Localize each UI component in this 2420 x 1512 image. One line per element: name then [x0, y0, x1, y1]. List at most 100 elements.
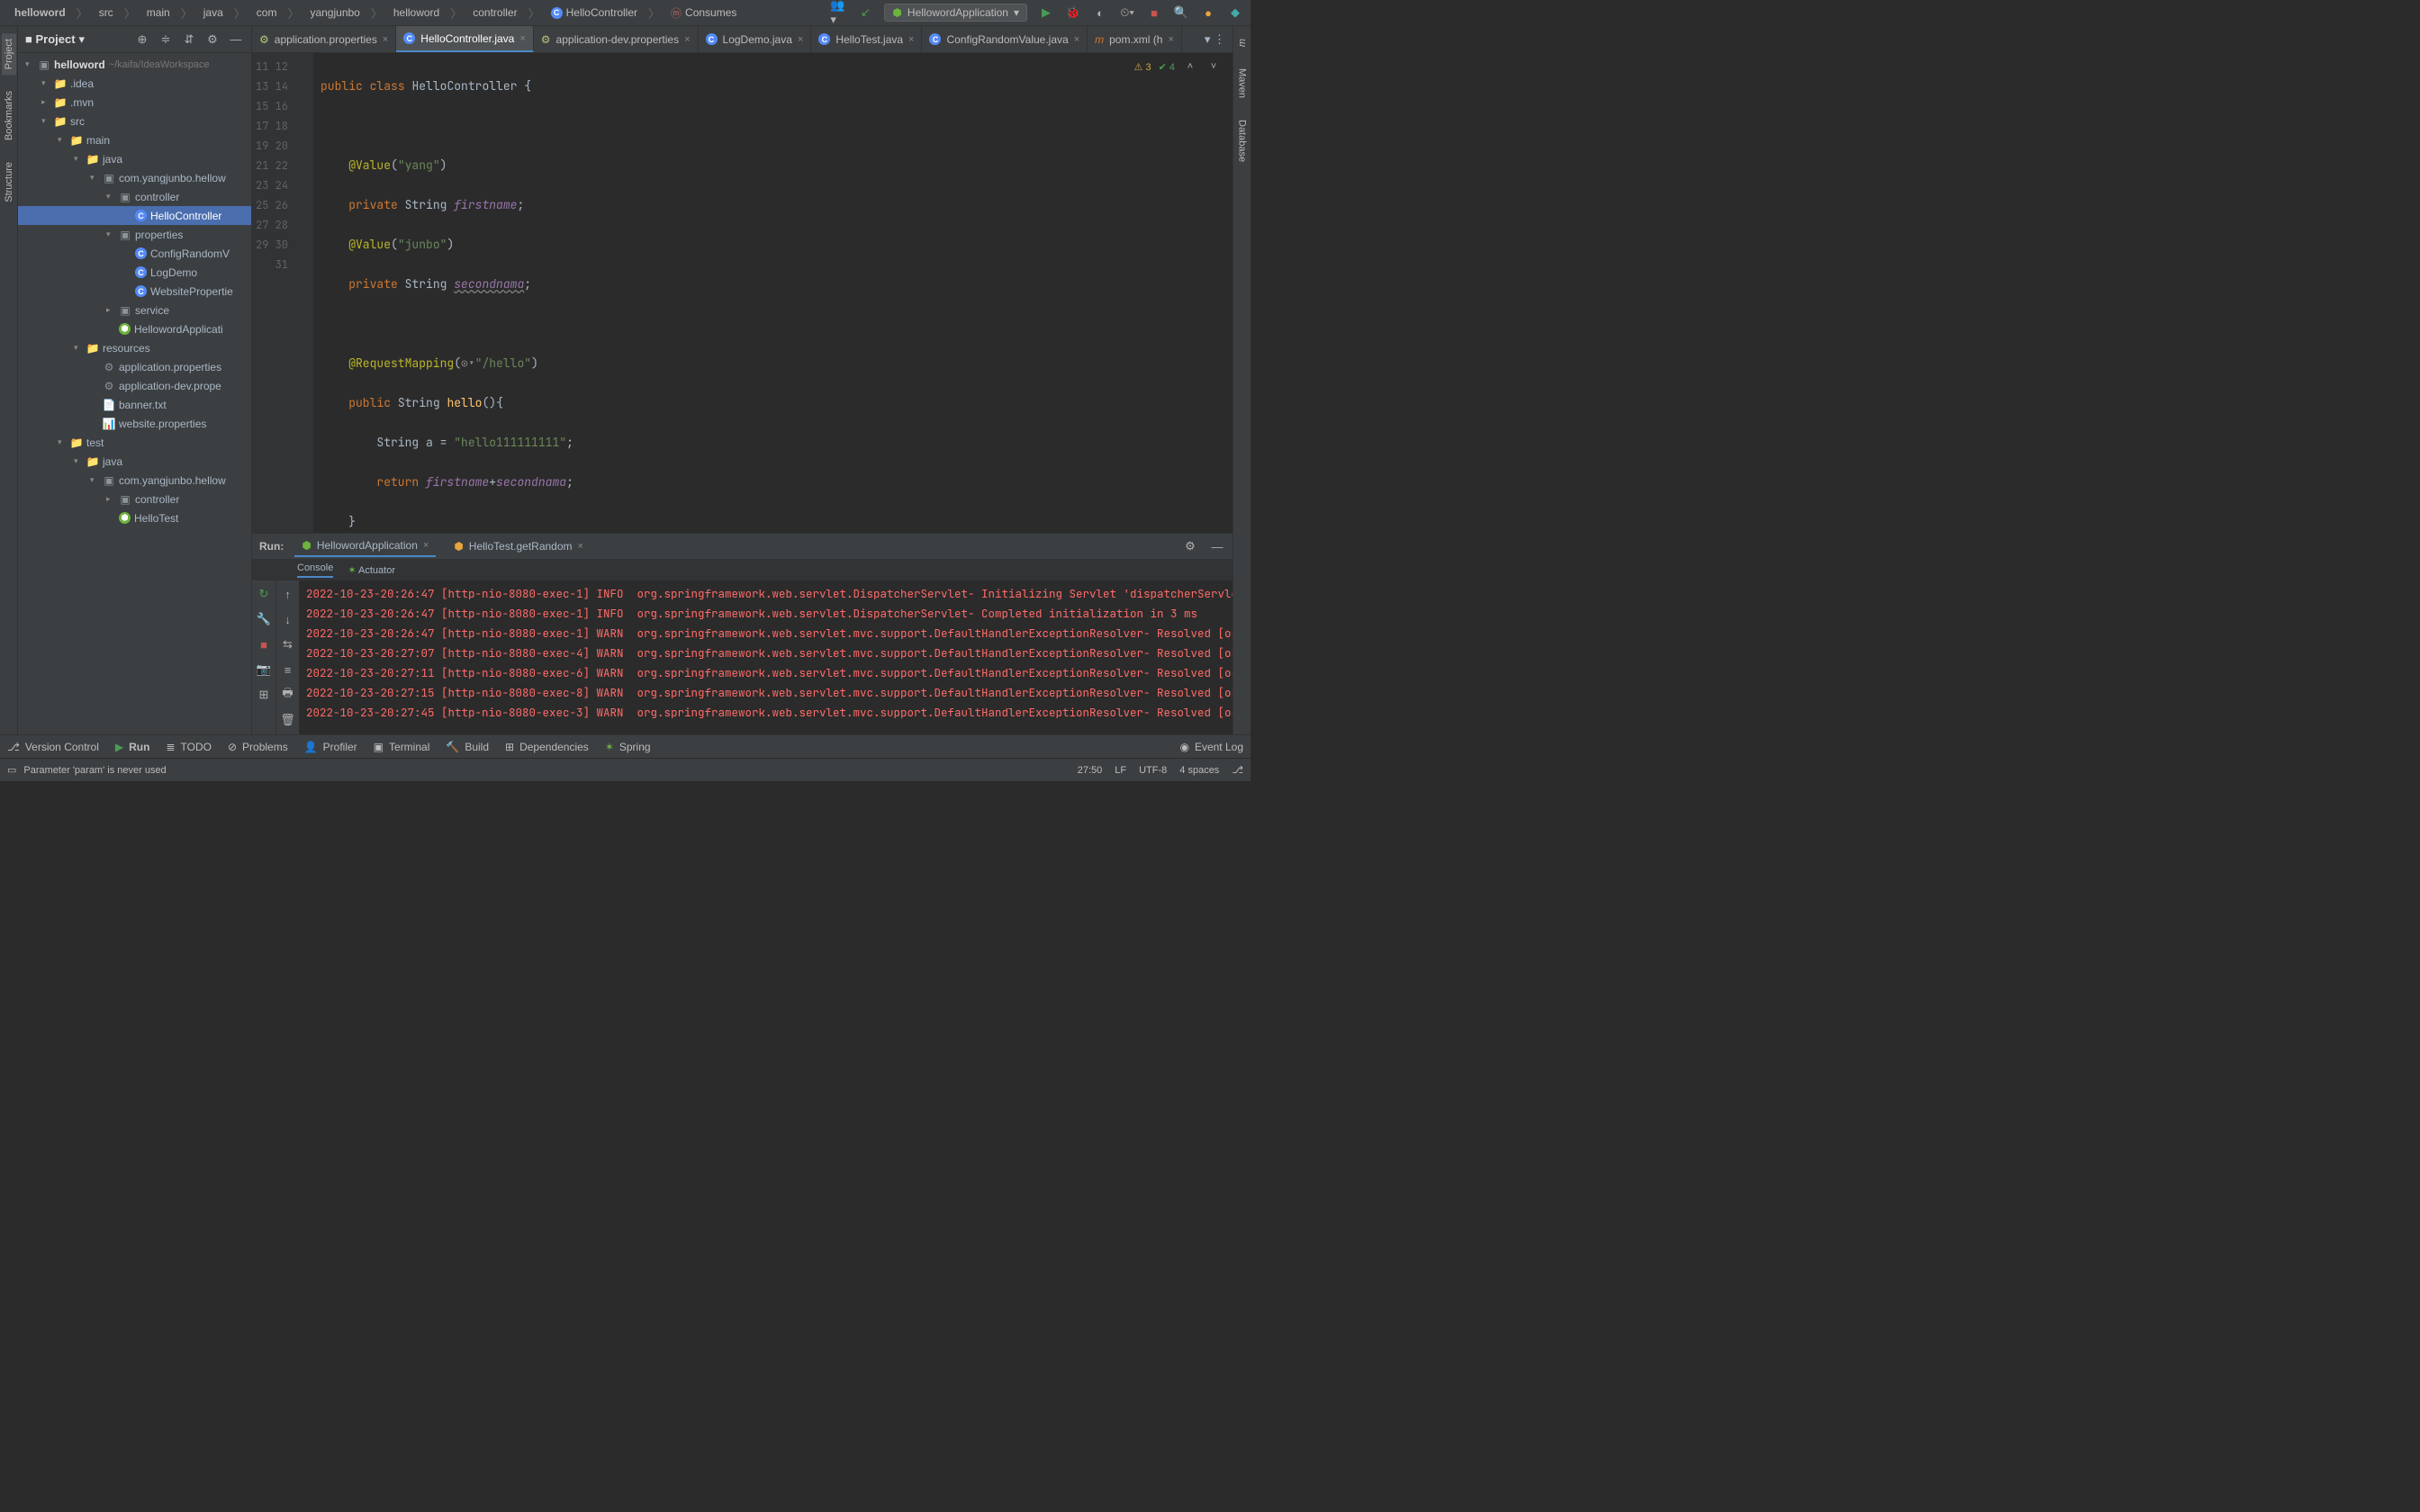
- tree-node[interactable]: ▾📁java: [18, 149, 251, 168]
- layout-icon[interactable]: ⊞: [256, 687, 272, 703]
- tree-node[interactable]: CHelloController: [18, 206, 251, 225]
- editor-tab[interactable]: CConfigRandomValue.java×: [922, 26, 1088, 52]
- caret-position[interactable]: 27:50: [1078, 765, 1103, 776]
- down-icon[interactable]: ↓: [280, 611, 296, 627]
- gear-icon[interactable]: ⚙: [204, 32, 221, 48]
- prev-highlight-icon[interactable]: ˄: [1182, 58, 1198, 75]
- editor-tab[interactable]: ⚙application-dev.properties×: [534, 26, 699, 52]
- maven-tool-button[interactable]: Maven: [1235, 63, 1250, 104]
- structure-tool-button[interactable]: Structure: [2, 157, 16, 208]
- branch-icon[interactable]: ⎇: [1232, 764, 1243, 776]
- users-icon[interactable]: 👥▾: [830, 4, 846, 21]
- console-output[interactable]: 2022-10-23-20:26:47 [http-nio-8080-exec-…: [299, 580, 1233, 734]
- run-tab[interactable]: ⬢HelloTest.getRandom ×: [447, 536, 591, 556]
- tree-node[interactable]: 📊website.properties: [18, 414, 251, 433]
- event-log-button[interactable]: ◉ Event Log: [1179, 741, 1243, 753]
- run-configuration-selector[interactable]: ⬢HellowordApplication▾: [884, 4, 1027, 22]
- rerun-icon[interactable]: ↻: [256, 586, 272, 602]
- spring-button[interactable]: ✶ Spring: [605, 741, 651, 753]
- profiler-button[interactable]: 👤 Profiler: [304, 741, 357, 753]
- tree-node[interactable]: ▸▣controller: [18, 490, 251, 508]
- project-tool-button[interactable]: Project: [2, 33, 16, 75]
- tree-node[interactable]: ▾📁java: [18, 452, 251, 471]
- coverage-icon[interactable]: ◐: [1092, 4, 1108, 21]
- tree-node[interactable]: ▾📁main: [18, 130, 251, 149]
- debug-icon[interactable]: 🐞: [1065, 4, 1081, 21]
- project-view-selector[interactable]: ■ Project ▾: [25, 32, 85, 47]
- breadcrumb-item[interactable]: main: [140, 4, 177, 21]
- tree-node[interactable]: ▾📁src: [18, 112, 251, 130]
- profile-icon[interactable]: ⏲▾: [1119, 4, 1135, 21]
- breadcrumb-item[interactable]: ⓜConsumes: [664, 4, 744, 22]
- tree-root[interactable]: ▾▣ helloword ~/kaifa/IdeaWorkspace: [18, 55, 251, 74]
- close-icon[interactable]: ×: [908, 34, 914, 45]
- wrap-icon[interactable]: ⇆: [280, 636, 296, 652]
- close-icon[interactable]: ×: [1168, 34, 1173, 45]
- file-encoding[interactable]: UTF-8: [1139, 765, 1167, 776]
- close-icon[interactable]: ×: [383, 34, 388, 45]
- bookmarks-tool-button[interactable]: Bookmarks: [2, 86, 16, 146]
- breadcrumb-item[interactable]: yangjunbo: [302, 4, 366, 21]
- tree-node[interactable]: CConfigRandomV: [18, 244, 251, 263]
- gear-icon[interactable]: ⚙: [1182, 538, 1198, 554]
- print-icon[interactable]: 🖶: [280, 687, 296, 703]
- status-icon[interactable]: ▭: [7, 764, 16, 776]
- back-icon[interactable]: ↙: [857, 4, 873, 21]
- vcs-button[interactable]: ⎇ Version Control: [7, 741, 99, 753]
- close-icon[interactable]: ×: [1074, 34, 1079, 45]
- breadcrumb-item[interactable]: controller: [465, 4, 524, 21]
- dependencies-button[interactable]: ⊞ Dependencies: [505, 741, 589, 753]
- stop-icon[interactable]: ■: [1146, 4, 1162, 21]
- terminal-button[interactable]: ▣ Terminal: [374, 741, 430, 753]
- stop-icon[interactable]: ■: [256, 636, 272, 652]
- scroll-icon[interactable]: ≡: [280, 662, 296, 678]
- up-icon[interactable]: ↑: [280, 586, 296, 602]
- breadcrumb-item[interactable]: CHelloController: [544, 4, 645, 21]
- breadcrumb-item[interactable]: com: [249, 4, 284, 21]
- console-subtab[interactable]: Console: [297, 562, 333, 578]
- actuator-subtab[interactable]: ✶ Actuator: [348, 564, 395, 576]
- tree-node[interactable]: ⬢HellowordApplicati: [18, 320, 251, 338]
- breadcrumb-item[interactable]: helloword: [7, 4, 73, 21]
- expand-all-icon[interactable]: ≑: [158, 32, 174, 48]
- tree-node[interactable]: ▾▣controller: [18, 187, 251, 206]
- problems-button[interactable]: ⊘ Problems: [228, 741, 288, 753]
- tree-node[interactable]: ▾▣com.yangjunbo.hellow: [18, 471, 251, 490]
- camera-icon[interactable]: 📷: [256, 662, 272, 678]
- breadcrumb-item[interactable]: helloword: [386, 4, 447, 21]
- inspection-status[interactable]: ⚠ 3 ✔ 4 ˄ ˅: [1134, 58, 1222, 75]
- tree-node[interactable]: ▾📁resources: [18, 338, 251, 357]
- hide-icon[interactable]: —: [228, 32, 244, 48]
- todo-button[interactable]: ≣ TODO: [166, 741, 212, 753]
- project-tree[interactable]: ▾▣ helloword ~/kaifa/IdeaWorkspace ▾📁.id…: [18, 53, 251, 734]
- build-button[interactable]: 🔨 Build: [446, 741, 489, 753]
- tree-node[interactable]: ▾▣properties: [18, 225, 251, 244]
- tree-node[interactable]: ▸▣service: [18, 301, 251, 320]
- code-editor[interactable]: 11 12 13 14 15 16 17 18 19 20 21 22 23 2…: [252, 53, 1233, 533]
- trash-icon[interactable]: 🗑: [280, 712, 296, 728]
- shield-icon[interactable]: ◆: [1227, 4, 1243, 21]
- search-icon[interactable]: 🔍: [1173, 4, 1189, 21]
- tabs-dropdown[interactable]: ▾ ⋮: [1197, 26, 1233, 52]
- tree-node[interactable]: ▸📁.mvn: [18, 93, 251, 112]
- maven-tool-button[interactable]: m: [1235, 33, 1250, 52]
- editor-tab[interactable]: mpom.xml (h×: [1088, 26, 1182, 52]
- editor-tab[interactable]: CHelloTest.java×: [811, 26, 922, 52]
- indent-info[interactable]: 4 spaces: [1179, 765, 1219, 776]
- wrench-icon[interactable]: 🔧: [256, 611, 272, 627]
- next-highlight-icon[interactable]: ˅: [1205, 58, 1222, 75]
- avatar-icon[interactable]: ●: [1200, 4, 1216, 21]
- line-separator[interactable]: LF: [1115, 765, 1126, 776]
- tree-node[interactable]: ⚙application.properties: [18, 357, 251, 376]
- editor-tab[interactable]: CHelloController.java×: [396, 26, 534, 52]
- collapse-all-icon[interactable]: ⇵: [181, 32, 197, 48]
- editor-tab[interactable]: CLogDemo.java×: [699, 26, 812, 52]
- hide-icon[interactable]: —: [1209, 538, 1225, 554]
- tree-node[interactable]: 📄banner.txt: [18, 395, 251, 414]
- run-button[interactable]: ▶Run: [115, 741, 150, 753]
- tree-node[interactable]: ▾📁.idea: [18, 74, 251, 93]
- code-body[interactable]: public class HelloController { @Value("y…: [313, 53, 1233, 533]
- tree-node[interactable]: CLogDemo: [18, 263, 251, 282]
- close-icon[interactable]: ×: [684, 34, 690, 45]
- run-icon[interactable]: ▶: [1038, 4, 1054, 21]
